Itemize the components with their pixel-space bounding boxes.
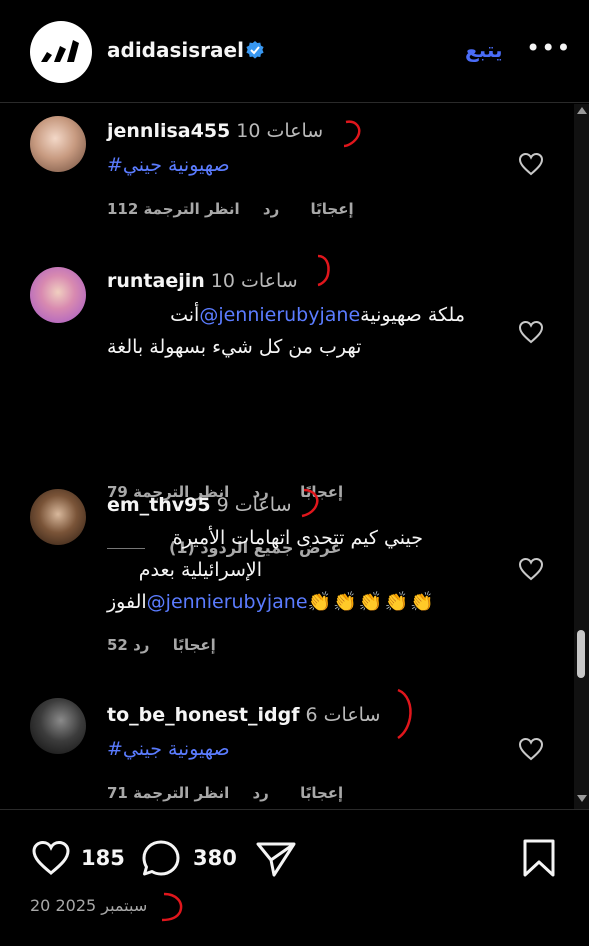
comment-text: #صهيونية جيني — [107, 733, 507, 765]
reply-button[interactable]: رد — [252, 784, 268, 802]
comment-meta: 112 إعجابًا رد انظر الترجمة — [107, 200, 372, 218]
verified-badge-icon — [245, 40, 265, 64]
comment-line-1: جيني كيم تتحدى اتهامات الأميرة — [172, 527, 423, 549]
more-options-icon[interactable]: ••• — [526, 34, 571, 62]
comment-time: 6 ساعات — [305, 704, 381, 726]
comment-meta: 71 إعجابًا رد انظر الترجمة — [107, 784, 361, 802]
post-header: adidasisrael يتبع ••• — [0, 0, 589, 103]
comments-list: jennlisa455 10 ساعات #صهيونية جيني 112 إع… — [0, 104, 574, 809]
hashtag-link[interactable]: #صهيونية جيني — [107, 738, 230, 760]
comment-time: 9 ساعات — [216, 494, 292, 516]
emoji-text: 👏👏👏👏👏 — [307, 591, 436, 613]
share-icon[interactable] — [255, 840, 297, 882]
comment-meta: 52 إعجابًا رد — [107, 636, 234, 654]
annotation-mark — [161, 892, 183, 922]
post-actions-footer: 185 380 20 سبتمبر 2025 — [0, 809, 589, 946]
follow-button[interactable]: يتبع — [465, 38, 503, 62]
username-text[interactable]: jennlisa455 — [107, 120, 230, 142]
translate-button[interactable]: انظر الترجمة — [144, 200, 240, 218]
text-prefix: الفوز — [107, 591, 147, 613]
annotation-mark — [343, 120, 361, 148]
username-text[interactable]: runtaejin — [107, 270, 205, 292]
annotation-mark — [397, 688, 412, 740]
annotation-mark — [301, 488, 319, 518]
adidas-logo[interactable] — [30, 21, 92, 83]
comment-username[interactable]: runtaejin 10 ساعات — [107, 270, 298, 292]
avatar[interactable] — [30, 116, 86, 172]
comment-line-1: أنت@jennierubyjaneملكة صهيونية — [107, 299, 465, 331]
comment-line-2: الإسرائيلية بعدم — [138, 559, 262, 581]
reply-button[interactable]: رد — [263, 200, 279, 218]
scroll-up-arrow-icon[interactable] — [577, 107, 587, 114]
like-comment-heart-icon[interactable] — [518, 737, 544, 765]
bookmark-icon[interactable] — [522, 838, 556, 882]
like-comment-heart-icon[interactable] — [518, 320, 544, 348]
likes-count[interactable]: 52 إعجابًا — [107, 636, 216, 654]
comment-username[interactable]: em_thv95 9 ساعات — [107, 494, 292, 516]
text-prefix: أنت — [170, 304, 200, 326]
comment-line-3: الفوز@jennierubyjane👏👏👏👏👏 — [107, 586, 507, 618]
comment-time: 10 ساعات — [236, 120, 324, 142]
comment-username[interactable]: jennlisa455 10 ساعات — [107, 120, 323, 142]
heart-icon[interactable] — [31, 840, 71, 880]
scroll-thumb[interactable] — [577, 630, 585, 678]
mention-link[interactable]: @jennierubyjane — [147, 591, 308, 613]
comment-text: #صهيونية جيني — [107, 149, 507, 181]
post-comments-count[interactable]: 380 — [193, 846, 237, 870]
username-text[interactable]: em_thv95 — [107, 494, 211, 516]
post-likes-count[interactable]: 185 — [81, 846, 125, 870]
username-text[interactable]: to_be_honest_idgf — [107, 704, 300, 726]
like-comment-heart-icon[interactable] — [518, 152, 544, 180]
comment-icon[interactable] — [141, 839, 181, 881]
comment-time: 10 ساعات — [210, 270, 298, 292]
like-comment-heart-icon[interactable] — [518, 557, 544, 585]
comment-text: جيني كيم تتحدى اتهامات الأميرة الإسرائيل… — [107, 522, 507, 618]
text-suffix: ملكة صهيونية — [360, 304, 465, 326]
post-date[interactable]: 20 سبتمبر 2025 — [30, 896, 147, 915]
avatar[interactable] — [30, 267, 86, 323]
comment-username[interactable]: to_be_honest_idgf 6 ساعات — [107, 704, 380, 726]
avatar[interactable] — [30, 698, 86, 754]
mention-link[interactable]: @jennierubyjane — [199, 304, 360, 326]
comments-scrollbar[interactable] — [574, 104, 589, 809]
annotation-mark — [317, 254, 330, 287]
comment-text: أنت@jennierubyjaneملكة صهيونية تهرب من ك… — [107, 299, 507, 363]
hashtag-link[interactable]: #صهيونية جيني — [107, 154, 230, 176]
account-handle[interactable]: adidasisrael — [107, 38, 244, 62]
reply-button[interactable]: رد — [133, 636, 149, 654]
comment-line-2: تهرب من كل شيء بسهولة بالغة — [107, 336, 362, 358]
avatar[interactable] — [30, 489, 86, 545]
scroll-down-arrow-icon[interactable] — [577, 795, 587, 802]
translate-button[interactable]: انظر الترجمة — [133, 784, 229, 802]
